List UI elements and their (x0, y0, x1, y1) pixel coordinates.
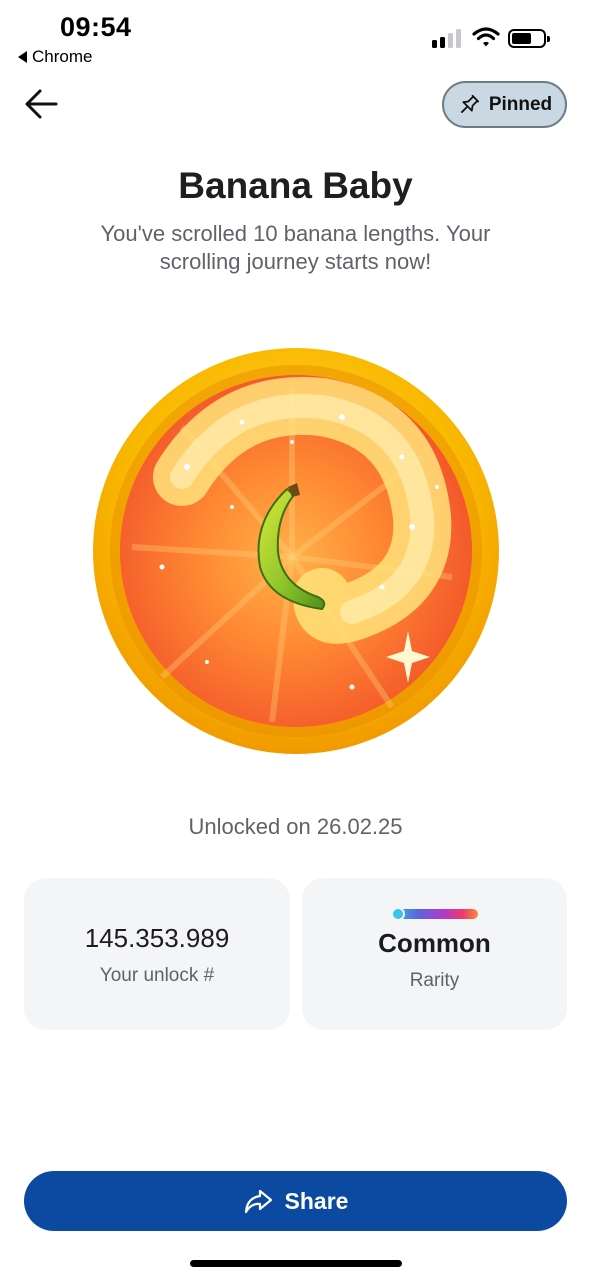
back-arrow-icon[interactable] (22, 84, 62, 124)
battery-icon (508, 29, 550, 48)
status-time: 09:54 (60, 12, 132, 42)
unlock-number-card: 145.353.989 Your unlock # (24, 878, 290, 1030)
unlock-number-label: Your unlock # (99, 965, 215, 986)
home-indicator (190, 1260, 402, 1267)
rarity-label: Rarity (409, 970, 460, 991)
share-arrow-icon (244, 1189, 272, 1214)
pin-icon (460, 94, 479, 113)
signal-icon (432, 28, 461, 48)
back-to-app-link[interactable]: Chrome (18, 47, 92, 67)
pinned-label: Pinned (488, 93, 553, 115)
share-label: Share (284, 1187, 349, 1214)
share-button[interactable]: Share (24, 1171, 567, 1231)
rarity-value: Common (378, 928, 491, 958)
banana-badge (93, 348, 499, 754)
rarity-indicator-dot (393, 909, 403, 919)
wifi-icon (472, 27, 500, 47)
unlocked-date: Unlocked on 26.02.25 (188, 814, 403, 839)
rarity-gradient-bar (393, 909, 478, 919)
pinned-button[interactable]: Pinned (442, 81, 567, 128)
back-triangle-icon (18, 51, 27, 63)
achievement-title: Banana Baby (178, 165, 413, 206)
achievement-description: You've scrolled 10 banana lengths. Your … (100, 221, 491, 274)
unlock-number-value: 145.353.989 (84, 923, 230, 953)
back-app-label: Chrome (32, 47, 93, 66)
rarity-card: Common Rarity (302, 878, 567, 1030)
